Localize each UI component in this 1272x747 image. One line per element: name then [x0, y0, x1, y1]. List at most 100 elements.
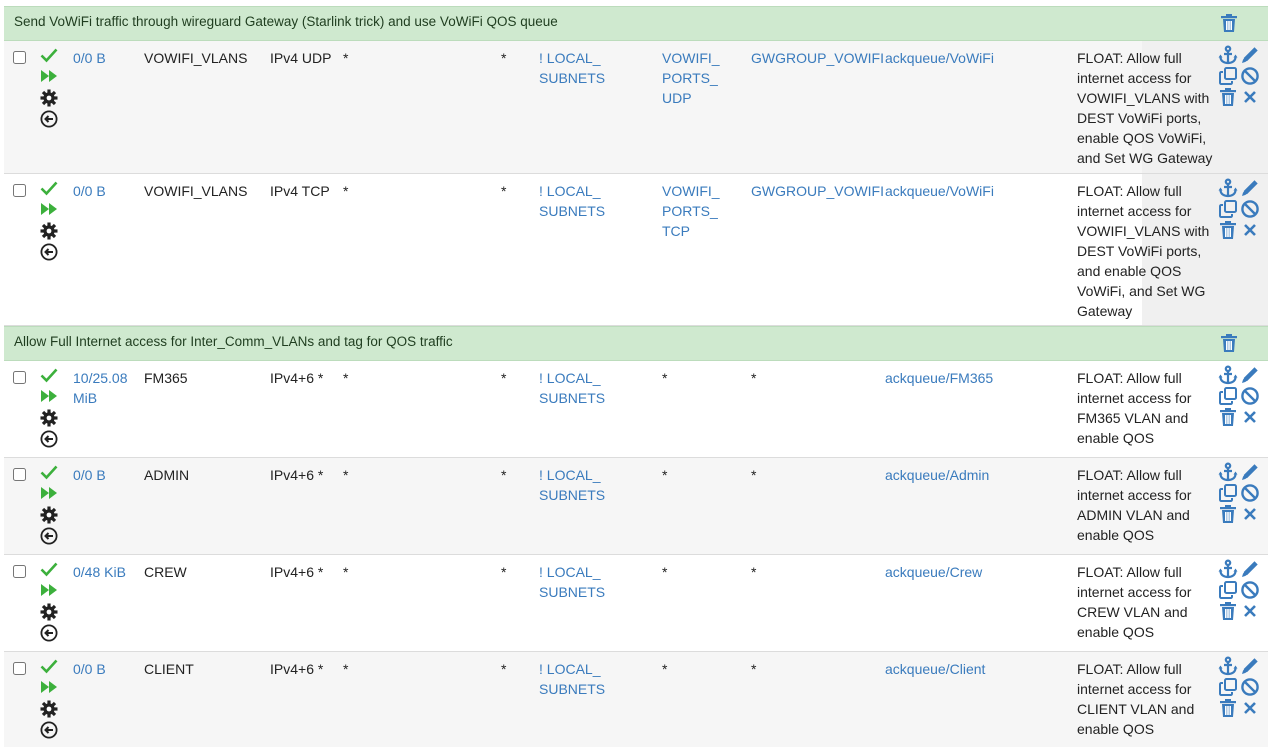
copy-icon[interactable] — [1218, 677, 1238, 697]
trash-icon[interactable] — [1218, 601, 1238, 621]
delete-x-icon[interactable] — [1240, 407, 1260, 427]
edit-pencil-icon[interactable] — [1240, 45, 1260, 65]
disable-icon[interactable] — [1240, 580, 1260, 600]
delete-x-icon[interactable] — [1240, 504, 1260, 524]
row-select-checkbox[interactable] — [13, 184, 26, 197]
check-icon — [40, 464, 60, 485]
copy-icon[interactable] — [1218, 483, 1238, 503]
destination-line: ! LOCAL_ — [539, 467, 601, 483]
table-row[interactable]: 0/48 KiB CREW IPv4+6 * * * ! LOCAL_ SUBN… — [4, 555, 1268, 652]
description-line: VOWIFI_VLANS with — [1077, 90, 1210, 106]
edit-pencil-icon[interactable] — [1240, 365, 1260, 385]
copy-icon[interactable] — [1218, 66, 1238, 86]
dest-port-line: PORTS_ — [662, 203, 718, 219]
table-row[interactable]: 0/0 B VOWIFI_VLANS IPv4 TCP * * ! LOCAL_… — [4, 174, 1268, 326]
disable-icon[interactable] — [1240, 677, 1260, 697]
description-cell: FLOAT: Allow full internet access for FM… — [1077, 368, 1191, 448]
queue-link[interactable]: ackqueue/VoWiFi — [885, 48, 994, 68]
edit-pencil-icon[interactable] — [1240, 178, 1260, 198]
queue-link[interactable]: ackqueue/Admin — [885, 465, 989, 485]
destination-link[interactable]: ! LOCAL_ SUBNETS — [539, 659, 605, 699]
destination-link[interactable]: ! LOCAL_ SUBNETS — [539, 368, 605, 408]
anchor-icon[interactable] — [1218, 558, 1238, 579]
destination-line: SUBNETS — [539, 203, 606, 219]
states-link[interactable]: 0/0 B — [73, 659, 106, 679]
edit-pencil-icon[interactable] — [1240, 656, 1260, 676]
dest-port-link[interactable]: VOWIFI_ PORTS_ TCP — [662, 181, 720, 241]
copy-icon[interactable] — [1218, 580, 1238, 600]
states-link[interactable]: 0/48 KiB — [73, 562, 126, 582]
copy-icon[interactable] — [1218, 199, 1238, 219]
table-row[interactable]: 0/0 B CLIENT IPv4+6 * * * ! LOCAL_ SUBNE… — [4, 652, 1268, 747]
gear-icon — [40, 89, 60, 110]
copy-icon[interactable] — [1218, 386, 1238, 406]
anchor-icon[interactable] — [1218, 364, 1238, 385]
disable-icon[interactable] — [1240, 386, 1260, 406]
trash-icon[interactable] — [1218, 504, 1238, 524]
table-row[interactable]: 0/0 B VOWIFI_VLANS IPv4 UDP * * ! LOCAL_… — [4, 41, 1268, 174]
description-line: Gateway — [1077, 303, 1133, 319]
states-link[interactable]: 0/0 B — [73, 465, 106, 485]
disable-icon[interactable] — [1240, 483, 1260, 503]
edit-pencil-icon[interactable] — [1240, 462, 1260, 482]
description-line: VOWIFI_VLANS with — [1077, 223, 1210, 239]
source-cell: ADMIN — [144, 467, 190, 483]
destination-link[interactable]: ! LOCAL_ SUBNETS — [539, 465, 605, 505]
description-line: CLIENT VLAN and — [1077, 701, 1195, 717]
trash-icon[interactable] — [1220, 13, 1238, 33]
status-icons — [40, 180, 60, 264]
destination-link[interactable]: ! LOCAL_ SUBNETS — [539, 181, 605, 221]
gear-icon — [40, 506, 60, 527]
trash-icon[interactable] — [1218, 220, 1238, 240]
queue-link[interactable]: ackqueue/FM365 — [885, 368, 993, 388]
edit-pencil-icon[interactable] — [1240, 559, 1260, 579]
description-cell: FLOAT: Allow full internet access for VO… — [1077, 181, 1209, 321]
states-link[interactable]: 0/0 B — [73, 181, 106, 201]
queue-link[interactable]: ackqueue/Crew — [885, 562, 982, 582]
disable-icon[interactable] — [1240, 66, 1260, 86]
anchor-icon[interactable] — [1218, 461, 1238, 482]
destination-line: ! LOCAL_ — [539, 183, 601, 199]
destination-link[interactable]: ! LOCAL_ SUBNETS — [539, 48, 605, 88]
row-actions — [1218, 655, 1264, 718]
destination-line: ! LOCAL_ — [539, 661, 601, 677]
gateway-link[interactable]: GWGROUP_VOWIFI — [751, 181, 884, 201]
description-line: and Set WG Gateway — [1077, 150, 1213, 166]
states-link[interactable]: 0/0 B — [73, 48, 106, 68]
fast-forward-icon — [40, 388, 60, 409]
dest-port-line: UDP — [662, 90, 692, 106]
delete-x-icon[interactable] — [1240, 601, 1260, 621]
trash-icon[interactable] — [1220, 333, 1238, 353]
row-select-checkbox[interactable] — [13, 565, 26, 578]
source-port-cell: * — [343, 50, 349, 66]
trash-icon[interactable] — [1218, 407, 1238, 427]
gateway-link[interactable]: GWGROUP_VOWIFI — [751, 48, 884, 68]
back-arrow-icon — [40, 243, 60, 264]
row-select-checkbox[interactable] — [13, 468, 26, 481]
destination-line: ! LOCAL_ — [539, 50, 601, 66]
queue-link[interactable]: ackqueue/Client — [885, 659, 985, 679]
gateway-cell: * — [751, 564, 757, 580]
anchor-icon[interactable] — [1218, 655, 1238, 676]
queue-link[interactable]: ackqueue/VoWiFi — [885, 181, 994, 201]
gear-icon — [40, 222, 60, 243]
states-link[interactable]: 10/25.08 MiB — [73, 368, 128, 408]
delete-x-icon[interactable] — [1240, 698, 1260, 718]
delete-x-icon[interactable] — [1240, 220, 1260, 240]
dest-port-cell: * — [662, 370, 668, 386]
dest-port-link[interactable]: VOWIFI_ PORTS_ UDP — [662, 48, 720, 108]
disable-icon[interactable] — [1240, 199, 1260, 219]
trash-icon[interactable] — [1218, 87, 1238, 107]
source-port-cell: * — [343, 564, 349, 580]
trash-icon[interactable] — [1218, 698, 1238, 718]
row-select-checkbox[interactable] — [13, 662, 26, 675]
destination-line: SUBNETS — [539, 70, 606, 86]
destination-link[interactable]: ! LOCAL_ SUBNETS — [539, 562, 605, 602]
row-select-checkbox[interactable] — [13, 51, 26, 64]
table-row[interactable]: 10/25.08 MiB FM365 IPv4+6 * * * ! LOCAL_… — [4, 361, 1268, 458]
anchor-icon[interactable] — [1218, 177, 1238, 198]
row-select-checkbox[interactable] — [13, 371, 26, 384]
delete-x-icon[interactable] — [1240, 87, 1260, 107]
anchor-icon[interactable] — [1218, 44, 1238, 65]
table-row[interactable]: 0/0 B ADMIN IPv4+6 * * * ! LOCAL_ SUBNET… — [4, 458, 1268, 555]
